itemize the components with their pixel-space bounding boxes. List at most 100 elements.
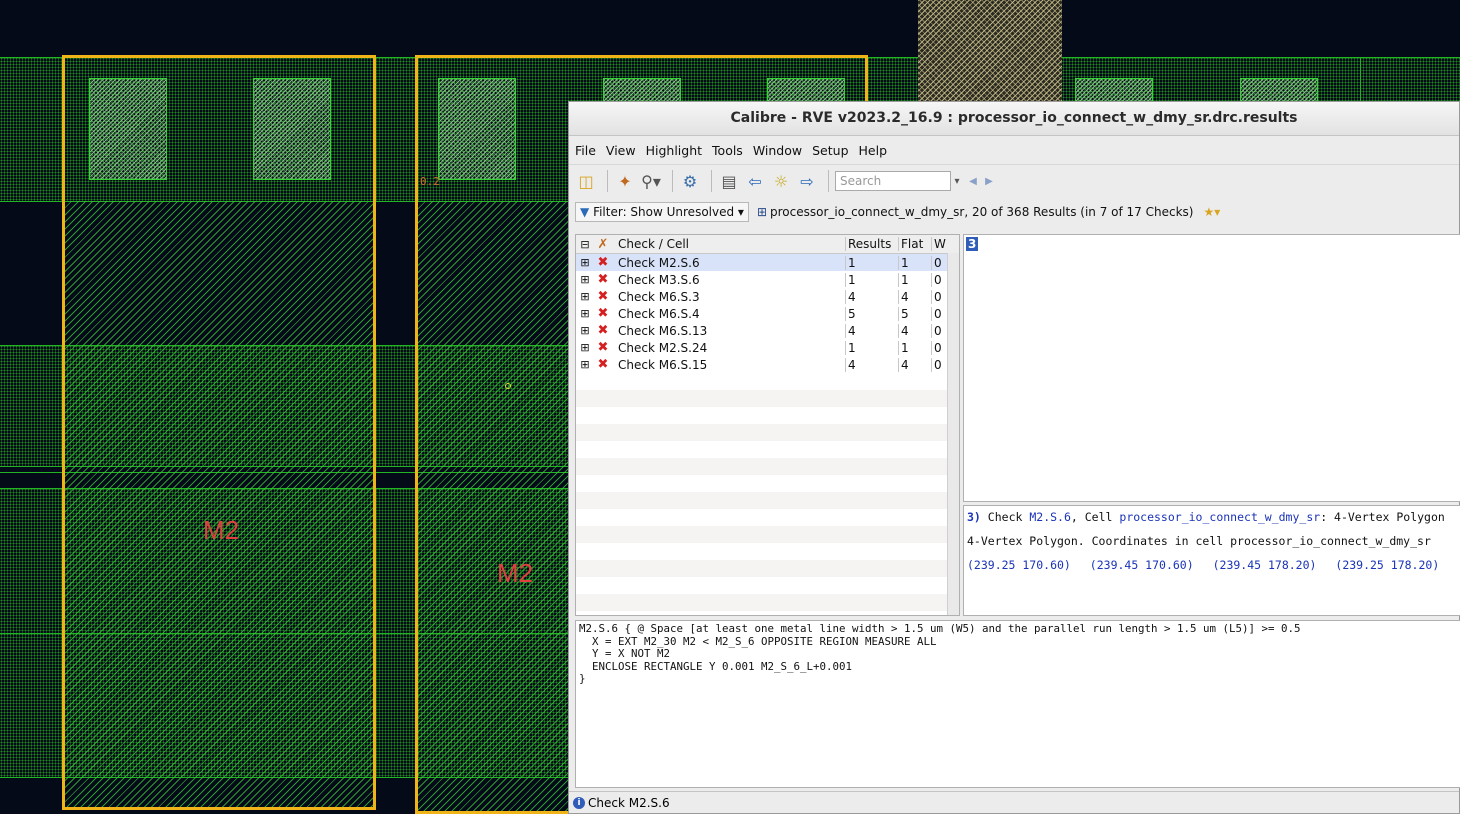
rve-window[interactable]: Calibre - RVE v2023.2_16.9 : processor_i… [568,101,1460,814]
table-row[interactable]: ⊞ ✖ Check M2.S.6 1 1 0 [576,254,959,271]
search-next-icon[interactable]: ▶ [983,170,995,192]
search-input[interactable]: Search [835,171,951,191]
results-count: 4 [845,323,898,338]
previous-arrow-icon[interactable]: ⇦ [744,170,766,192]
filter-dropdown[interactable]: ▼ Filter: Show Unresolved ▾ [575,202,749,222]
highlight-sun-icon[interactable]: ☼ [770,170,792,192]
checks-table[interactable]: ⊟ ✗ Check / Cell Results Flat W ⊞ ✖ Chec… [575,234,960,616]
cell-link[interactable]: processor_io_connect_w_dmy_sr [1119,510,1320,524]
table-header: ⊟ ✗ Check / Cell Results Flat W [576,235,959,254]
table-row[interactable]: ⊞ ✖ Check M6.S.3 4 4 0 [576,288,959,305]
filter-label: Filter: Show Unresolved [593,205,735,219]
flat-count: 5 [898,306,931,321]
expand-icon[interactable]: ⊞ [576,256,594,269]
results-count: 1 [845,340,898,355]
results-count: 5 [845,306,898,321]
empty-row [576,577,959,594]
result-index-badge[interactable]: 3 [966,237,979,251]
filter-bar: ▼ Filter: Show Unresolved ▾ ⊞ processor_… [569,197,1459,227]
search-dropdown-icon[interactable]: ▾ [951,170,963,192]
check-link[interactable]: M2.S.6 [1029,510,1071,524]
toolbar-separator [828,170,829,192]
expand-all-icon[interactable]: ⊟ [576,238,594,251]
results-count: 1 [845,272,898,287]
table-row[interactable]: ⊞ ✖ Check M6.S.15 4 4 0 [576,356,959,373]
column-header-results[interactable]: Results [845,237,898,251]
empty-row [576,560,959,577]
column-header-flat[interactable]: Flat [898,237,931,251]
flat-count: 4 [898,357,931,372]
empty-row [576,441,959,458]
table-scrollbar[interactable] [947,253,959,615]
empty-row [576,475,959,492]
open-folder-icon[interactable]: ◫ [575,170,597,192]
table-row[interactable]: ⊞ ✖ Check M2.S.24 1 1 0 [576,339,959,356]
result-info-line1: 3) Check M2.S.6, Cell processor_io_conne… [967,510,1460,524]
expand-icon[interactable]: ⊞ [576,307,594,320]
highlight-box-left [62,55,376,810]
metal-edge [1360,57,1361,101]
check-name: Check M6.S.15 [618,357,708,372]
flat-count: 4 [898,323,931,338]
menu-window[interactable]: Window [753,143,802,158]
folder-star-icon[interactable]: ★▾ [1203,205,1220,219]
empty-row [576,407,959,424]
empty-row [576,509,959,526]
check-name: Check M3.S.6 [618,272,700,287]
check-name: Check M6.S.3 [618,289,700,304]
expand-icon[interactable]: ⊞ [576,290,594,303]
check-prefix: Check [987,510,1023,524]
status-text: Check M2.S.6 [588,795,670,810]
empty-row [576,373,959,390]
results-list-panel[interactable]: 3 [963,234,1460,502]
error-x-icon: ✖ [597,323,609,338]
result-info-line2: 4-Vertex Polygon. Coordinates in cell pr… [967,534,1431,548]
empty-row [576,458,959,475]
empty-row [576,594,959,611]
table-row[interactable]: ⊞ ✖ Check M6.S.13 4 4 0 [576,322,959,339]
layer-label: M2 [497,558,534,588]
toolbar-separator [672,170,673,192]
menu-highlight[interactable]: Highlight [646,143,702,158]
expand-icon[interactable]: ⊞ [576,324,594,337]
clear-highlight-icon[interactable]: ✦ [614,170,636,192]
column-header-w[interactable]: W [931,237,954,251]
empty-row [576,390,959,407]
toolbar-separator [607,170,608,192]
menu-setup[interactable]: Setup [812,143,848,158]
status-header-icon: ✗ [597,236,609,252]
expand-icon[interactable]: ⊞ [576,341,594,354]
rule-text-panel: M2.S.6 { @ Space [at least one metal lin… [575,620,1460,788]
layout-view-icon[interactable]: ▤ [718,170,740,192]
shape-desc: : 4-Vertex Polygon [1320,510,1445,524]
settings-gear-icon[interactable]: ⚙ [679,170,701,192]
other-layer-shape [918,0,1062,101]
expand-icon[interactable]: ⊞ [576,273,594,286]
error-x-icon: ✖ [597,306,609,321]
menu-help[interactable]: Help [859,143,888,158]
error-x-icon: ✖ [597,289,609,304]
search-prev-icon[interactable]: ◀ [967,170,979,192]
coordinate-link[interactable]: (239.25 170.60) [967,558,1071,572]
coordinates-list: (239.25 170.60) (239.45 170.60) (239.45 … [967,558,1460,572]
column-header-check[interactable]: Check / Cell [612,237,845,251]
coordinate-link[interactable]: (239.45 170.60) [1090,558,1194,572]
table-row[interactable]: ⊞ ✖ Check M6.S.4 5 5 0 [576,305,959,322]
zoom-icon[interactable]: ⚲▾ [640,170,662,192]
check-name: Check M6.S.4 [618,306,700,321]
info-icon: i [573,796,585,809]
menu-tools[interactable]: Tools [712,143,743,158]
cell-prefix: , Cell [1070,510,1113,524]
menu-file[interactable]: File [575,143,596,158]
window-title[interactable]: Calibre - RVE v2023.2_16.9 : processor_i… [569,102,1459,136]
status-bar: i Check M2.S.6 [569,791,1459,813]
menu-bar: File View Highlight Tools Window Setup H… [569,136,1459,164]
coordinate-link[interactable]: (239.45 178.20) [1213,558,1317,572]
next-arrow-icon[interactable]: ⇨ [796,170,818,192]
table-row[interactable]: ⊞ ✖ Check M3.S.6 1 1 0 [576,271,959,288]
menu-view[interactable]: View [606,143,636,158]
empty-row [576,492,959,509]
expand-icon[interactable]: ⊞ [576,358,594,371]
error-x-icon: ✖ [597,255,609,270]
coordinate-link[interactable]: (239.25 178.20) [1335,558,1439,572]
